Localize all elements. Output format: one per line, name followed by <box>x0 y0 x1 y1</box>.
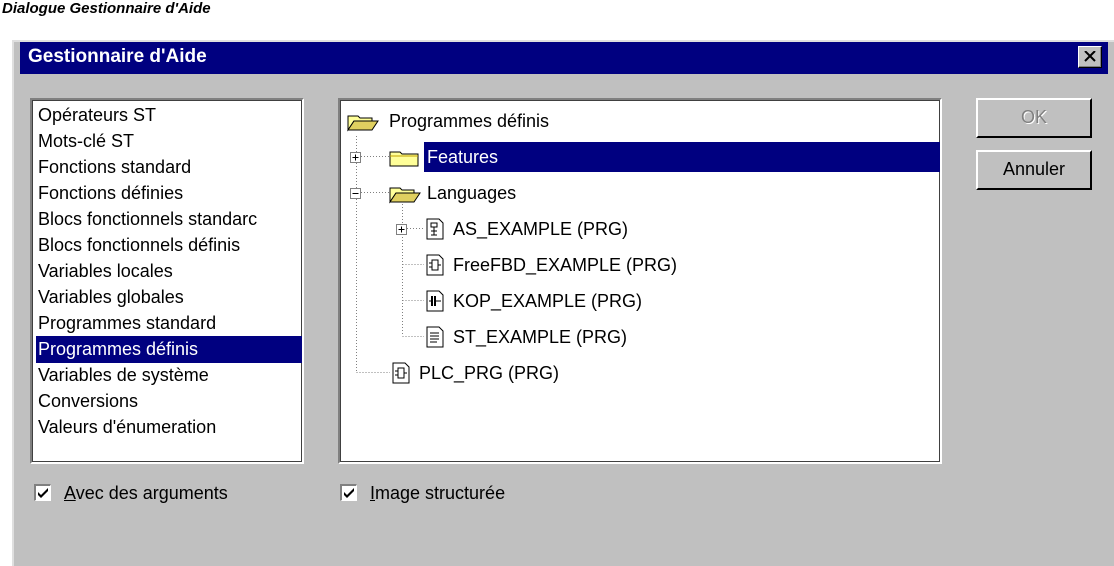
ladder-program-icon <box>426 290 444 312</box>
sfc-program-icon <box>426 218 444 240</box>
folder-icon <box>389 151 419 167</box>
category-item[interactable]: Variables globales <box>36 284 302 311</box>
category-item[interactable]: Conversions <box>36 388 302 415</box>
category-item[interactable]: Fonctions définies <box>36 180 302 207</box>
title-bar: Gestionnaire d'Aide <box>20 42 1108 74</box>
category-item[interactable]: Blocs fonctionnels définis <box>36 232 302 259</box>
fbd-program-icon <box>426 254 444 276</box>
checkmark-icon <box>38 488 48 498</box>
category-item[interactable]: Blocs fonctionnels standarc <box>36 206 302 233</box>
checkmark-icon <box>344 488 354 498</box>
fbd-program-icon <box>392 362 410 384</box>
category-list[interactable]: Opérateurs ST Mots-clé ST Fonctions stan… <box>30 98 304 464</box>
with-arguments-checkbox[interactable]: Avec des arguments <box>34 481 294 505</box>
structured-image-checkbox[interactable]: Image structurée <box>340 481 580 505</box>
category-item[interactable]: Variables locales <box>36 258 302 285</box>
collapse-minus-icon[interactable] <box>350 188 361 199</box>
category-item-selected[interactable]: Programmes définis <box>36 336 302 363</box>
category-item[interactable]: Valeurs d'énumeration <box>36 414 302 441</box>
figure-caption: Dialogue Gestionnaire d'Aide <box>2 0 211 17</box>
category-item[interactable]: Mots-clé ST <box>36 128 302 155</box>
checkbox-box[interactable] <box>340 484 357 501</box>
st-program-icon <box>426 326 444 348</box>
with-arguments-label: Avec des arguments <box>64 483 228 503</box>
expand-plus-icon[interactable] <box>396 224 407 235</box>
dialog-title: Gestionnaire d'Aide <box>28 46 207 67</box>
ok-button[interactable]: OK <box>976 98 1092 138</box>
close-button[interactable] <box>1078 46 1102 68</box>
expand-plus-icon[interactable] <box>350 152 361 163</box>
open-folder-icon <box>347 115 379 132</box>
category-item[interactable]: Fonctions standard <box>36 154 302 181</box>
close-icon <box>1084 51 1096 62</box>
program-tree[interactable]: Programmes définis Features Languages AS… <box>338 98 942 464</box>
category-item[interactable]: Programmes standard <box>36 310 302 337</box>
checkbox-box[interactable] <box>34 484 51 501</box>
category-item[interactable]: Opérateurs ST <box>36 102 302 129</box>
category-item[interactable]: Variables de système <box>36 362 302 389</box>
structured-image-label: Image structurée <box>370 483 506 503</box>
cancel-button[interactable]: Annuler <box>976 150 1092 190</box>
open-folder-icon <box>389 187 421 204</box>
